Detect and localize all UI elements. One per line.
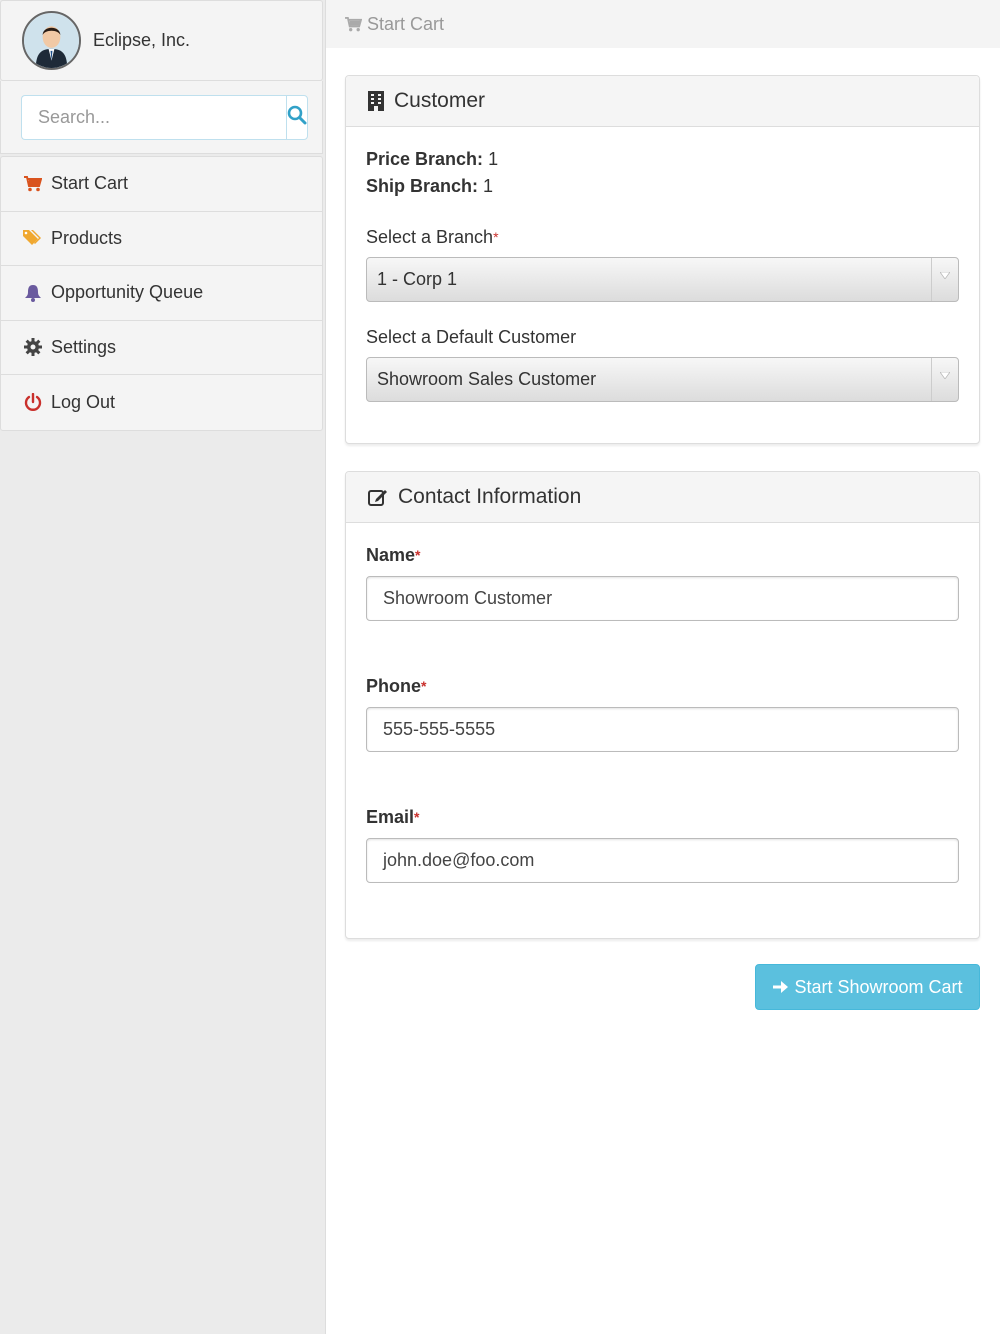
breadcrumb-label[interactable]: Start Cart (367, 14, 444, 35)
sidebar-item-products[interactable]: Products (1, 212, 322, 266)
search-button[interactable] (286, 95, 308, 140)
email-label: Email (366, 807, 415, 827)
default-customer-label: Select a Default Customer (366, 327, 577, 347)
ship-branch-value: 1 (483, 176, 494, 196)
name-value: Showroom Customer (383, 588, 553, 608)
sidebar-item-label: Start Cart (51, 173, 129, 194)
required-marker: * (414, 809, 420, 825)
phone-value: 555-555-5555 (383, 719, 496, 739)
name-field-label: Name* (366, 542, 959, 569)
phone-field-label: Phone* (366, 673, 959, 700)
price-branch-row: Price Branch: 1 (366, 146, 959, 173)
arrow-right-icon (772, 979, 789, 995)
sidebar-item-label: Settings (51, 336, 117, 357)
phone-label: Phone (366, 676, 422, 696)
name-label: Name (366, 545, 416, 565)
email-value: john.doe@foo.com (383, 850, 535, 870)
required-marker: * (415, 547, 421, 563)
email-field[interactable]: john.doe@foo.com (366, 838, 959, 883)
building-icon (368, 91, 384, 111)
branch-select-value: 1 - Corp 1 (377, 269, 458, 289)
start-button-label: Start Showroom Cart (794, 976, 963, 997)
branch-label: Select a Branch (366, 227, 494, 247)
default-customer-value: Showroom Sales Customer (377, 369, 597, 389)
search-icon (287, 105, 307, 130)
tags-icon (23, 228, 43, 248)
customer-panel-body: Price Branch: 1 Ship Branch: 1 Select a … (346, 127, 979, 422)
sidebar-item-label: Products (51, 227, 123, 248)
customer-panel: Customer Price Branch: 1 Ship Branch: 1 … (345, 75, 980, 444)
required-marker: * (493, 229, 499, 245)
cart-icon (345, 16, 362, 32)
power-icon (23, 392, 43, 412)
sidebar-nav: Start Cart Products Opportunity Queue Se… (0, 156, 323, 431)
start-showroom-cart-button[interactable]: Start Showroom Cart (755, 964, 980, 1010)
ship-branch-row: Ship Branch: 1 (366, 173, 959, 200)
search-bar (0, 81, 323, 154)
sidebar-item-settings[interactable]: Settings (1, 321, 322, 375)
sidebar-item-label: Log Out (51, 391, 116, 412)
customer-panel-heading: Customer (346, 76, 979, 127)
price-branch-value: 1 (488, 149, 499, 169)
avatar[interactable] (22, 11, 81, 70)
sidebar: Eclipse, Inc. Start Cart Products (0, 0, 326, 1334)
contact-panel-body: Name* Showroom Customer Phone* 555-555-5… (346, 523, 979, 903)
edit-icon (368, 488, 388, 506)
contact-panel: Contact Information Name* Showroom Custo… (345, 471, 980, 939)
sidebar-item-log-out[interactable]: Log Out (1, 375, 322, 430)
required-marker: * (421, 678, 427, 694)
company-name: Eclipse, Inc. (93, 30, 191, 50)
sidebar-item-start-cart[interactable]: Start Cart (1, 157, 322, 212)
search-input[interactable] (21, 95, 286, 140)
breadcrumb: Start Cart (326, 0, 1000, 48)
sidebar-item-opportunity-queue[interactable]: Opportunity Queue (1, 266, 322, 321)
email-field-label: Email* (366, 804, 959, 831)
contact-panel-heading: Contact Information (346, 472, 979, 523)
contact-panel-title: Contact Information (398, 485, 582, 508)
chevron-down-icon (931, 358, 958, 401)
branch-field-label: Select a Branch* (366, 224, 959, 251)
chevron-down-icon (931, 258, 958, 301)
bell-icon (23, 283, 43, 303)
profile-header: Eclipse, Inc. (0, 0, 323, 81)
cart-icon (23, 174, 43, 194)
name-field[interactable]: Showroom Customer (366, 576, 959, 621)
branch-select[interactable]: 1 - Corp 1 (366, 257, 959, 302)
sidebar-item-label: Opportunity Queue (51, 282, 204, 303)
customer-panel-title: Customer (394, 89, 486, 112)
ship-branch-label: Ship Branch: (366, 176, 479, 196)
gear-icon (23, 337, 43, 357)
price-branch-label: Price Branch: (366, 149, 484, 169)
phone-field[interactable]: 555-555-5555 (366, 707, 959, 752)
default-customer-select[interactable]: Showroom Sales Customer (366, 357, 959, 402)
